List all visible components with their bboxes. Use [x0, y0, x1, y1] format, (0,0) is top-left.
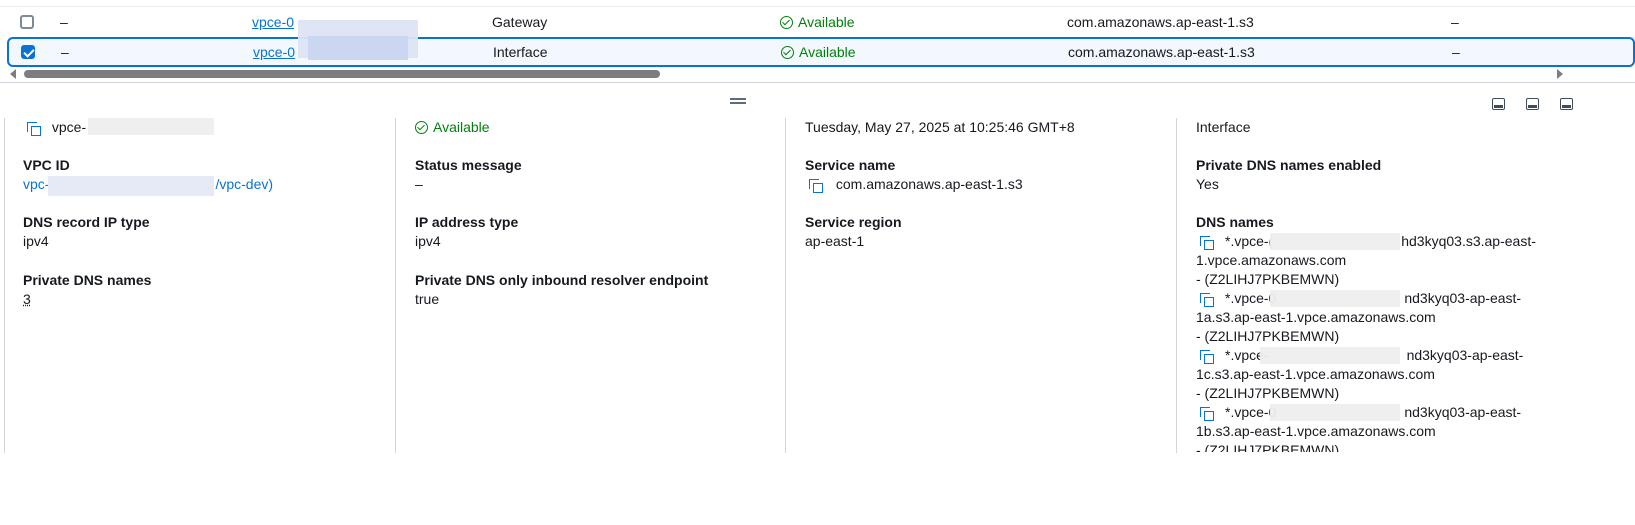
service-name-copy[interactable]: com.amazonaws.ap-east-1.s3 [809, 176, 1023, 193]
private-dns-names-value[interactable]: 3 [23, 291, 31, 307]
ip-address-type-value: ipv4 [415, 233, 441, 249]
endpoint-id-link[interactable]: vpce-0 [252, 7, 294, 37]
endpoint-type-value: Interface [1196, 119, 1251, 135]
checkbox-icon [20, 15, 34, 29]
vpc-id-label: VPC ID [23, 157, 70, 173]
panel-side-icon[interactable] [1526, 98, 1539, 110]
service-region-label: Service region [805, 214, 902, 230]
status-text: Available [799, 44, 856, 60]
status-cell: Available [780, 7, 855, 37]
column-separator [395, 118, 396, 453]
type-cell: Interface [493, 44, 548, 60]
status-text: Available [798, 14, 855, 30]
extra-cell: – [1451, 14, 1459, 30]
dns-hosted-zone: - (Z2LIHJ7PKBEMWN) [1196, 271, 1340, 287]
status-text: Available [433, 119, 490, 135]
scrollbar-thumb[interactable] [24, 70, 660, 78]
dns-name-line: 1a.s3.ap-east-1.vpce.amazonaws.com [1196, 309, 1436, 325]
service-region-value: ap-east-1 [805, 233, 865, 249]
private-dns-enabled-label: Private DNS names enabled [1196, 157, 1382, 173]
dns-name-part: nd3kyq03-ap-east- [1404, 404, 1522, 420]
dns-name-part: *.vpce-( [1225, 233, 1274, 249]
service-name-cell: com.amazonaws.ap-east-1.s3 [1068, 44, 1255, 60]
column-separator [785, 118, 786, 453]
service-name-cell: com.amazonaws.ap-east-1.s3 [1067, 14, 1254, 30]
ip-address-type-label: IP address type [415, 214, 519, 230]
status-message-label: Status message [415, 157, 522, 173]
extra-cell: – [1452, 44, 1460, 60]
name-cell: – [61, 44, 69, 60]
check-circle-icon [780, 15, 793, 29]
redacted-area [48, 176, 214, 196]
private-dns-names-label: Private DNS names [23, 272, 152, 288]
dns-name-part: hd3kyq03.s3.ap-east- [1401, 233, 1536, 249]
service-name-value: com.amazonaws.ap-east-1.s3 [835, 176, 1023, 192]
dns-name-part: *.vpce-0 [1225, 404, 1277, 420]
endpoint-id-link[interactable]: vpce-0 [253, 39, 295, 65]
name-cell: – [60, 14, 68, 30]
dns-hosted-zone: - (Z2LIHJ7PKBEMWN) [1196, 328, 1340, 344]
copy-icon[interactable] [1200, 406, 1214, 421]
split-panel-divider [0, 82, 1635, 83]
private-dns-inbound-label: Private DNS only inbound resolver endpoi… [415, 272, 709, 288]
creation-time-value: Tuesday, May 27, 2025 at 10:25:46 GMT+8 [805, 119, 1075, 135]
dns-hosted-zone: - (Z2LIHJ7PKBEMWN) [1196, 385, 1340, 401]
dns-hosted-zone: - (Z2LIHJ7PKBEMWN) [1196, 442, 1340, 452]
dns-record-ip-type-value: ipv4 [23, 233, 49, 249]
column-separator [1176, 118, 1177, 453]
column-separator [4, 118, 5, 453]
redacted-area [1270, 233, 1400, 250]
dns-names-list: *.vpce-( hd3kyq03.s3.ap-east- 1.vpce.amaz… [1180, 232, 1600, 452]
private-dns-enabled-value: Yes [1196, 176, 1219, 192]
dns-name-line: 1b.s3.ap-east-1.vpce.amazonaws.com [1196, 423, 1436, 439]
status-cell: Available [781, 39, 856, 65]
vpc-id-prefix: vpc- [23, 176, 50, 192]
scroll-right-icon[interactable] [1557, 69, 1563, 79]
copy-icon[interactable] [1200, 292, 1214, 307]
dns-names-label: DNS names [1196, 214, 1274, 230]
table-row[interactable]: – vpce-0 Gateway Available com.amazonaws… [8, 7, 1635, 38]
vpc-id-suffix: /vpc-dev) [215, 176, 274, 192]
redacted-area [88, 118, 214, 135]
dns-record-ip-type-label: DNS record IP type [23, 214, 150, 230]
dns-name-line: 1.vpce.amazonaws.com [1196, 252, 1347, 268]
redacted-area [308, 36, 408, 60]
check-circle-icon [415, 120, 428, 134]
drag-handle-icon[interactable] [730, 98, 746, 104]
copy-icon[interactable] [1200, 235, 1214, 250]
table-row-selected[interactable]: – vpce-0 Interface Available com.amazona… [7, 37, 1635, 67]
copy-icon[interactable] [27, 121, 41, 136]
endpoint-id-copy[interactable]: vpce- [27, 119, 87, 136]
check-circle-icon [781, 45, 794, 59]
row-checkbox[interactable] [20, 7, 34, 37]
copy-icon[interactable] [809, 178, 823, 193]
dns-name-part: nd3kyq03-ap-east- [1404, 290, 1522, 306]
type-cell: Gateway [492, 14, 548, 30]
endpoint-id-value: vpce- [51, 119, 87, 135]
dns-name-part: nd3kyq03-ap-east- [1406, 347, 1524, 363]
private-dns-inbound-value: true [415, 291, 440, 307]
redacted-area [1270, 290, 1400, 307]
copy-icon[interactable] [1200, 349, 1214, 364]
row-checkbox[interactable] [21, 39, 35, 65]
panel-off-icon[interactable] [1560, 98, 1573, 110]
panel-bottom-icon[interactable] [1492, 98, 1505, 110]
horizontal-scrollbar[interactable] [8, 68, 1563, 80]
redacted-area [1260, 347, 1400, 364]
service-name-label: Service name [805, 157, 896, 173]
status-message-value: – [415, 176, 423, 192]
checkbox-checked-icon [21, 45, 35, 59]
redacted-area [1270, 404, 1400, 421]
scroll-left-icon[interactable] [10, 69, 16, 79]
dns-name-line: 1c.s3.ap-east-1.vpce.amazonaws.com [1196, 366, 1435, 382]
status-value: Available [415, 119, 490, 135]
dns-name-part: *.vpce-0 [1225, 290, 1277, 306]
